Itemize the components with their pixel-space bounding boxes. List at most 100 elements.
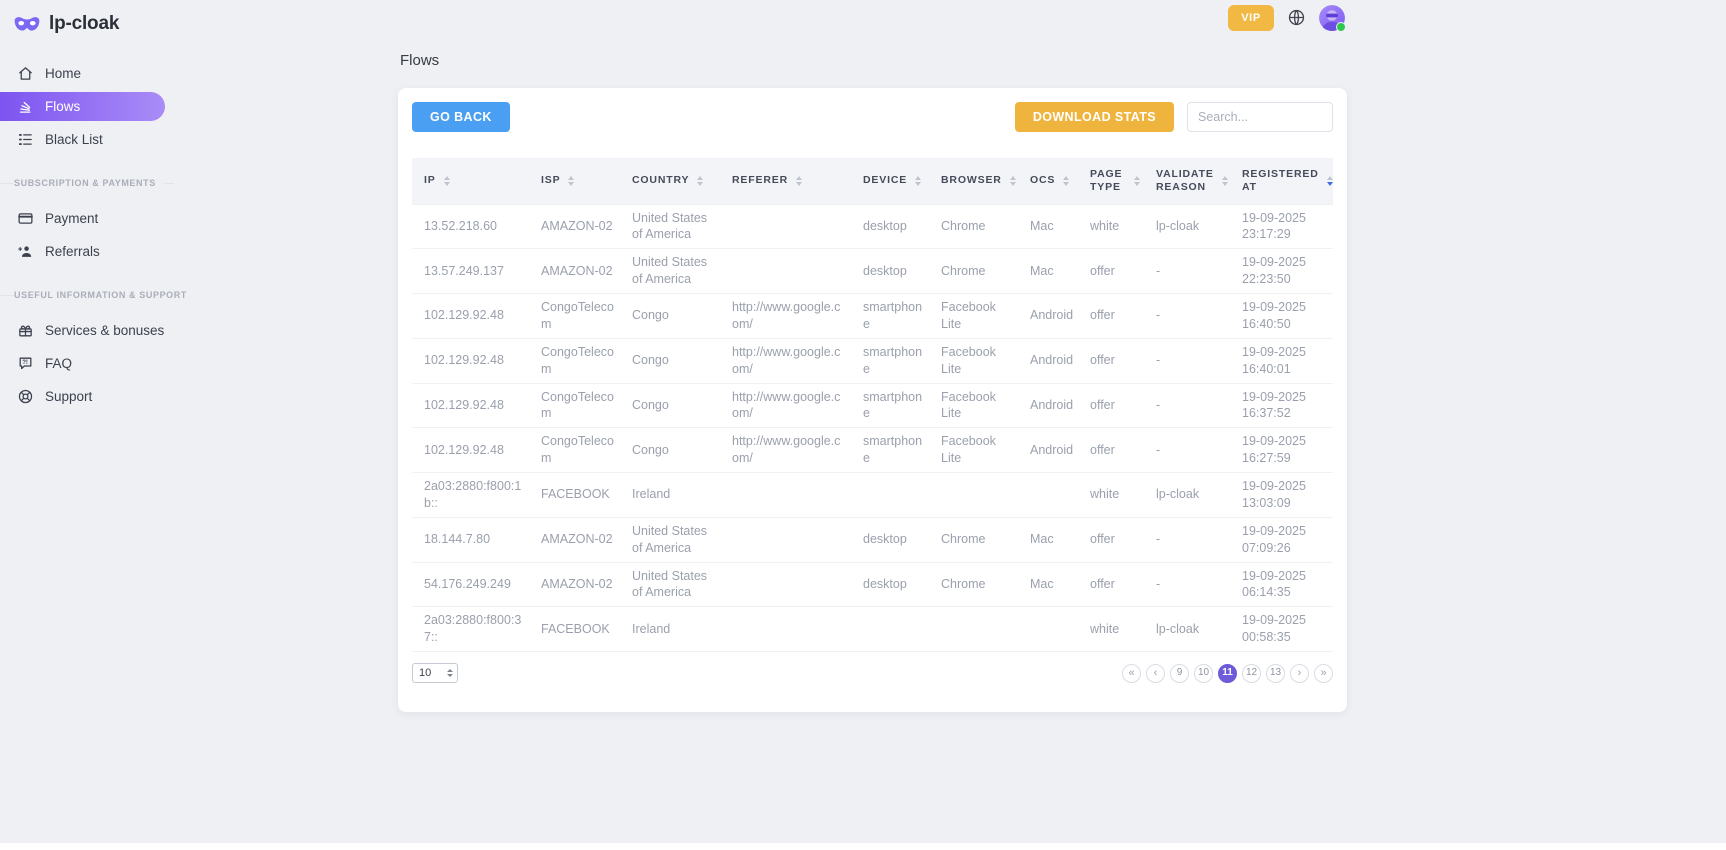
table-row[interactable]: 102.129.92.48CongoTelecomCongohttp://www… (412, 294, 1333, 339)
prev-page-button[interactable]: ‹ (1146, 664, 1165, 683)
page-buttons: « ‹ 9 10 11 12 13 › » (1117, 664, 1333, 683)
cell: AMAZON-02 (529, 249, 620, 294)
column-label: OCS (1030, 174, 1055, 187)
page-button-10[interactable]: 10 (1194, 664, 1213, 683)
last-page-button[interactable]: » (1314, 664, 1333, 683)
cell: 2a03:2880:f800:1b:: (412, 473, 529, 518)
sidebar-item-label: Home (45, 66, 81, 81)
sidebar-item-flows[interactable]: Flows (0, 92, 165, 121)
cell: Ireland (620, 607, 720, 652)
svg-text:?!: ?! (22, 360, 28, 366)
sort-icon[interactable] (1222, 176, 1228, 186)
table-row[interactable]: 2a03:2880:f800:1b::FACEBOOKIrelandwhitel… (412, 473, 1333, 518)
cell: desktop (851, 249, 929, 294)
toolbar-right: DOWNLOAD STATS (1015, 102, 1333, 132)
cell: United States of America (620, 562, 720, 607)
table-row[interactable]: 13.52.218.60AMAZON-02United States of Am… (412, 204, 1333, 249)
column-header-inner: REGISTERED AT (1242, 168, 1329, 194)
page-button-9[interactable]: 9 (1170, 664, 1189, 683)
sidebar-item-referrals[interactable]: Referrals (0, 237, 182, 266)
cell: http://www.google.com/ (720, 338, 851, 383)
table-row[interactable]: 18.144.7.80AMAZON-02United States of Ame… (412, 517, 1333, 562)
sort-up-arrow-icon (697, 176, 703, 180)
column-header-inner: DEVICE (863, 174, 925, 187)
table-row[interactable]: 13.57.249.137AMAZON-02United States of A… (412, 249, 1333, 294)
sort-down-arrow-icon (444, 182, 450, 186)
table-head: IP ISP COUNTRY REFERER DEVICE BROWSER OCS PAGE … (412, 158, 1333, 204)
cell: 19-09-2025 22:23:50 (1230, 249, 1333, 294)
sort-icon[interactable] (1063, 176, 1069, 186)
cell: http://www.google.com/ (720, 383, 851, 428)
sidebar-item-services-bonuses[interactable]: Services & bonuses (0, 316, 182, 345)
column-header-validate-reason[interactable]: VALIDATE REASON (1144, 158, 1230, 204)
sort-icon[interactable] (796, 176, 802, 186)
user-avatar[interactable] (1319, 5, 1345, 31)
cell: Ireland (620, 473, 720, 518)
sort-icon[interactable] (697, 176, 703, 186)
card-toolbar: GO BACK DOWNLOAD STATS (412, 102, 1333, 132)
sidebar-item-payment[interactable]: Payment (0, 204, 182, 233)
sort-icon[interactable] (444, 176, 450, 186)
sort-down-arrow-icon (1222, 182, 1228, 186)
cell: - (1144, 562, 1230, 607)
column-header-device[interactable]: DEVICE (851, 158, 929, 204)
column-header-inner: ISP (541, 174, 616, 187)
cell: Android (1018, 338, 1078, 383)
sort-icon[interactable] (1134, 176, 1140, 186)
sort-up-arrow-icon (796, 176, 802, 180)
column-header-registered-at[interactable]: REGISTERED AT (1230, 158, 1333, 204)
column-header-browser[interactable]: BROWSER (929, 158, 1018, 204)
column-header-country[interactable]: COUNTRY (620, 158, 720, 204)
column-header-page-type[interactable]: PAGE TYPE (1078, 158, 1144, 204)
search-input[interactable] (1187, 102, 1333, 132)
first-page-button[interactable]: « (1122, 664, 1141, 683)
table-row[interactable]: 54.176.249.249AMAZON-02United States of … (412, 562, 1333, 607)
cell: desktop (851, 517, 929, 562)
cell: 19-09-2025 13:03:09 (1230, 473, 1333, 518)
cell: Android (1018, 294, 1078, 339)
table-row[interactable]: 2a03:2880:f800:37::FACEBOOKIrelandwhitel… (412, 607, 1333, 652)
table-row[interactable]: 102.129.92.48CongoTelecomCongohttp://www… (412, 428, 1333, 473)
sort-icon[interactable] (1327, 176, 1333, 186)
cell: lp-cloak (1144, 204, 1230, 249)
sidebar-item-support[interactable]: Support (0, 382, 182, 411)
table-row[interactable]: 102.129.92.48CongoTelecomCongohttp://www… (412, 338, 1333, 383)
per-page-select[interactable]: 10 (412, 663, 458, 683)
column-header-inner: COUNTRY (632, 174, 716, 187)
go-back-button[interactable]: GO BACK (412, 102, 510, 132)
sort-icon[interactable] (1010, 176, 1016, 186)
cell: Chrome (929, 204, 1018, 249)
sidebar-item-home[interactable]: Home (0, 59, 182, 88)
column-header-ip[interactable]: IP (412, 158, 529, 204)
column-header-ocs[interactable]: OCS (1018, 158, 1078, 204)
sidebar: lp-cloak HomeFlowsBlack ListSUBSCRIPTION… (0, 0, 182, 850)
brand[interactable]: lp-cloak (0, 10, 182, 38)
download-stats-button[interactable]: DOWNLOAD STATS (1015, 102, 1174, 132)
sort-down-arrow-icon (1327, 182, 1333, 186)
cell: - (1144, 428, 1230, 473)
next-page-button[interactable]: › (1290, 664, 1309, 683)
column-header-isp[interactable]: ISP (529, 158, 620, 204)
sort-down-arrow-icon (1134, 182, 1140, 186)
column-header-referer[interactable]: REFERER (720, 158, 851, 204)
table-row[interactable]: 102.129.92.48CongoTelecomCongohttp://www… (412, 383, 1333, 428)
online-status-dot (1336, 22, 1346, 32)
services-icon (16, 322, 34, 340)
cell: Mac (1018, 249, 1078, 294)
sort-icon[interactable] (568, 176, 574, 186)
page-button-12[interactable]: 12 (1242, 664, 1261, 683)
sort-icon[interactable] (915, 176, 921, 186)
globe-icon[interactable] (1287, 8, 1306, 27)
page-button-13[interactable]: 13 (1266, 664, 1285, 683)
faq-icon: ?! (16, 355, 34, 373)
column-label: PAGE TYPE (1090, 168, 1126, 194)
cell: FACEBOOK (529, 473, 620, 518)
cell: 102.129.92.48 (412, 294, 529, 339)
sidebar-item-label: Services & bonuses (45, 323, 164, 338)
cell: Facebook Lite (929, 428, 1018, 473)
sidebar-item-black-list[interactable]: Black List (0, 125, 182, 154)
vip-button[interactable]: VIP (1228, 5, 1274, 31)
page-button-11[interactable]: 11 (1218, 664, 1237, 683)
cell: white (1078, 473, 1144, 518)
sidebar-item-faq[interactable]: ?!FAQ (0, 349, 182, 378)
